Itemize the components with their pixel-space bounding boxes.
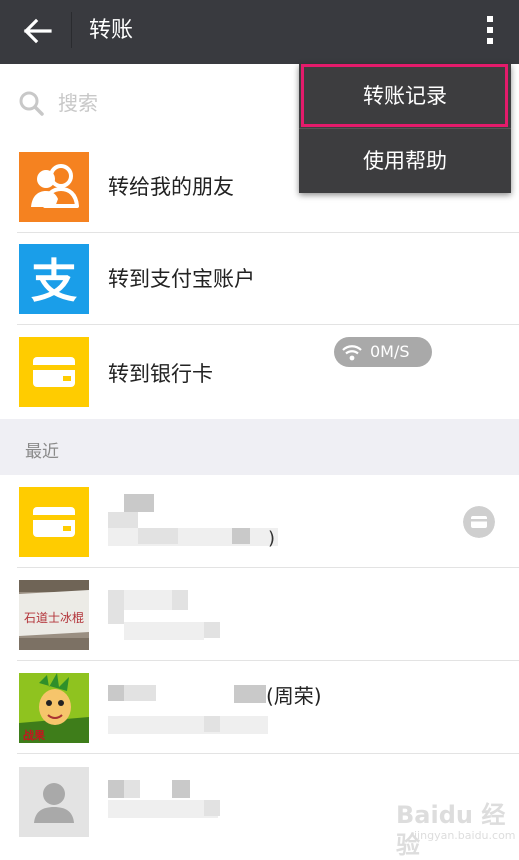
recent-item[interactable]: 战果 — [0, 661, 519, 754]
blurred-account — [108, 800, 218, 818]
alipay-icon: 支 — [19, 244, 89, 314]
option-label: 转到支付宝账户 — [108, 267, 255, 291]
watermark-url: jingyan.baidu.com — [414, 829, 516, 842]
more-menu-icon[interactable] — [478, 14, 502, 48]
contact-photo: 石道士冰棍 — [19, 580, 89, 650]
option-label: 转到银行卡 — [108, 362, 213, 386]
option-to-bank-card[interactable]: 转到银行卡 — [0, 326, 519, 418]
blurred-account — [108, 716, 268, 734]
recent-section-title: 最近 — [25, 442, 59, 462]
blurred-account — [108, 528, 278, 546]
recent-name-fragment: ) — [268, 528, 276, 549]
menu-item-help[interactable]: 使用帮助 — [299, 129, 511, 193]
blurred-name — [108, 512, 138, 528]
search-icon — [19, 91, 44, 116]
bank-card-icon — [19, 487, 89, 557]
bank-card-icon — [19, 337, 89, 407]
option-label: 转给我的朋友 — [108, 175, 234, 199]
top-bar: 转账 — [0, 0, 519, 64]
blurred-name — [108, 780, 124, 798]
contact-cartoon-avatar: 战果 — [19, 673, 89, 743]
recent-item[interactable]: 石道士冰棍 — [0, 568, 519, 661]
search-placeholder: 搜索 — [58, 91, 98, 115]
recent-item[interactable] — [0, 475, 519, 568]
wifi-icon — [342, 345, 362, 361]
card-mini-icon — [463, 506, 495, 538]
svg-text:石道士冰棍: 石道士冰棍 — [24, 611, 84, 625]
recent-name-fragment: (周荣) — [266, 684, 322, 708]
highlight-box — [301, 64, 508, 127]
blurred-name — [124, 494, 154, 512]
network-speed-text: 0M/S — [370, 342, 410, 361]
back-arrow-icon[interactable] — [22, 16, 52, 46]
recent-section-header — [0, 419, 519, 475]
svg-text:支: 支 — [31, 254, 77, 308]
friends-icon — [19, 152, 89, 222]
page-title: 转账 — [89, 18, 134, 43]
default-avatar-icon — [19, 767, 89, 837]
option-to-alipay[interactable]: 支 转到支付宝账户 — [0, 233, 519, 325]
blurred-name — [108, 590, 124, 610]
svg-text:战果: 战果 — [23, 728, 45, 742]
title-divider — [71, 12, 72, 48]
blurred-account — [124, 622, 204, 640]
blurred-name — [108, 685, 124, 701]
